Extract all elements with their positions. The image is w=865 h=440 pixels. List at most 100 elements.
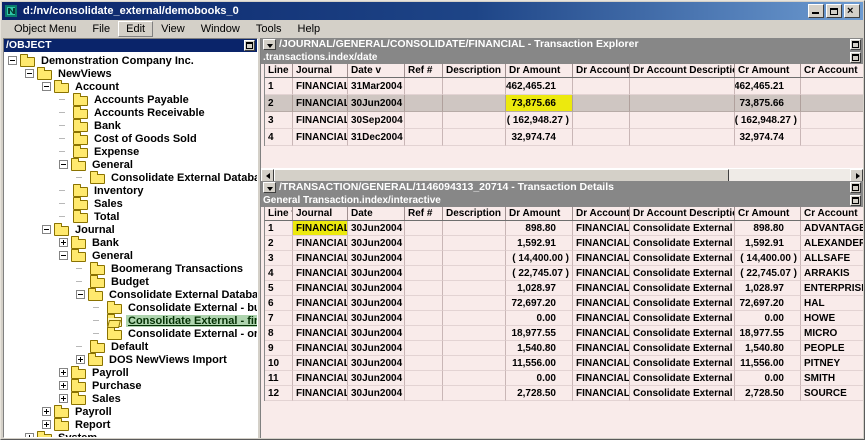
menu-file[interactable]: File — [84, 21, 118, 37]
details-cell[interactable]: FINANCIAL — [293, 311, 348, 326]
tree-item-label[interactable]: Default — [109, 341, 150, 353]
details-cell[interactable]: FINANCIAL — [573, 281, 630, 296]
details-cell[interactable] — [405, 266, 443, 281]
explorer-cell[interactable] — [801, 112, 863, 129]
details-cell[interactable]: 30Jun2004 — [348, 266, 405, 281]
explorer-cell[interactable]: ( 162,948.27 ) — [735, 112, 801, 129]
explorer-row[interactable]: 3FINANCIAL30Sep2004( 162,948.27 )( 162,9… — [264, 112, 863, 129]
explorer-pathbar-maximize-button[interactable] — [850, 52, 861, 63]
explorer-cell[interactable]: 4 — [265, 129, 293, 146]
tree-item[interactable]: Payroll — [4, 366, 257, 379]
details-cell[interactable]: 1 — [265, 221, 293, 236]
collapse-minus-icon[interactable] — [59, 160, 68, 169]
details-row[interactable]: 9FINANCIAL30Jun20041,540.80FINANCIALCons… — [264, 341, 863, 356]
details-cell[interactable] — [405, 281, 443, 296]
explorer-cell[interactable] — [573, 112, 630, 129]
tree-item[interactable]: Cost of Goods Sold — [4, 132, 257, 145]
details-cell[interactable]: SOURCE — [801, 386, 863, 401]
details-cell[interactable]: 30Jun2004 — [348, 251, 405, 266]
tree-item[interactable]: Consolidate External - order — [4, 327, 257, 340]
column-header-dr-account[interactable]: Dr Account — [573, 207, 630, 220]
column-header-line[interactable]: Line — [265, 64, 293, 77]
details-cell[interactable]: FINANCIAL — [573, 371, 630, 386]
explorer-cell[interactable] — [405, 78, 443, 95]
explorer-cell[interactable] — [630, 112, 735, 129]
collapse-minus-icon[interactable] — [42, 82, 51, 91]
tree-item-label[interactable]: Consolidate External Databases Bal — [109, 172, 257, 184]
details-cell[interactable] — [405, 311, 443, 326]
tree-item[interactable]: Consolidate External - budget — [4, 301, 257, 314]
explorer-cell[interactable]: 32,974.74 — [735, 129, 801, 146]
expand-plus-icon[interactable] — [59, 238, 68, 247]
details-cell[interactable]: FINANCIAL — [573, 326, 630, 341]
details-cell[interactable] — [443, 371, 506, 386]
details-cell[interactable]: ( 22,745.07 ) — [735, 266, 801, 281]
details-row[interactable]: 5FINANCIAL30Jun20041,028.97FINANCIALCons… — [264, 281, 863, 296]
tree-item[interactable]: Demonstration Company Inc. — [4, 54, 257, 67]
expand-plus-icon[interactable] — [25, 433, 34, 437]
details-cell[interactable]: FINANCIAL — [573, 356, 630, 371]
tree-item-label[interactable]: System — [56, 432, 99, 438]
details-cell[interactable] — [405, 296, 443, 311]
details-cell[interactable] — [443, 326, 506, 341]
details-cell[interactable]: 30Jun2004 — [348, 296, 405, 311]
tree-item-label[interactable]: Consolidate External Databases — [107, 289, 257, 301]
details-cell[interactable]: Consolidate External Dat — [630, 236, 735, 251]
details-cell[interactable] — [443, 251, 506, 266]
column-header-cr-amount[interactable]: Cr Amount — [735, 207, 801, 220]
tree-item[interactable]: Accounts Receivable — [4, 106, 257, 119]
tree-item[interactable]: Purchase — [4, 379, 257, 392]
tree-item[interactable]: General — [4, 158, 257, 171]
column-header-journal[interactable]: Journal — [293, 207, 348, 220]
explorer-cell[interactable] — [443, 95, 506, 112]
details-cell[interactable] — [405, 251, 443, 266]
details-cell[interactable]: 30Jun2004 — [348, 221, 405, 236]
tree-item-label[interactable]: Accounts Payable — [92, 94, 191, 106]
details-cell[interactable]: FINANCIAL — [573, 341, 630, 356]
collapse-minus-icon[interactable] — [76, 290, 85, 299]
tree-item[interactable]: System — [4, 431, 257, 437]
menu-edit[interactable]: Edit — [118, 21, 153, 37]
details-cell[interactable]: FINANCIAL — [573, 311, 630, 326]
explorer-cell[interactable] — [443, 78, 506, 95]
details-row[interactable]: 8FINANCIAL30Jun200418,977.55FINANCIALCon… — [264, 326, 863, 341]
details-cell[interactable]: Consolidate External Dat — [630, 296, 735, 311]
tree-item-label[interactable]: Bank — [90, 237, 121, 249]
explorer-cell[interactable] — [443, 129, 506, 146]
explorer-cell[interactable] — [630, 78, 735, 95]
column-header-cr-account[interactable]: Cr Account — [801, 207, 863, 220]
details-cell[interactable]: FINANCIAL — [573, 296, 630, 311]
tree-item-label[interactable]: Sales — [90, 393, 123, 405]
explorer-cell[interactable]: FINANCIAL — [293, 78, 348, 95]
details-cell[interactable] — [443, 311, 506, 326]
details-cell[interactable]: FINANCIAL — [293, 341, 348, 356]
expand-plus-icon[interactable] — [42, 407, 51, 416]
explorer-cell[interactable] — [405, 112, 443, 129]
details-cell[interactable] — [405, 356, 443, 371]
expand-plus-icon[interactable] — [59, 381, 68, 390]
tree-item-label[interactable]: Account — [73, 81, 121, 93]
explorer-cell[interactable] — [573, 78, 630, 95]
explorer-cell[interactable]: 3 — [265, 112, 293, 129]
details-cell[interactable]: 3 — [265, 251, 293, 266]
details-cell[interactable]: FINANCIAL — [293, 371, 348, 386]
details-cell[interactable]: 7 — [265, 311, 293, 326]
expand-plus-icon[interactable] — [42, 420, 51, 429]
collapse-minus-icon[interactable] — [25, 69, 34, 78]
details-cell[interactable]: ( 14,400.00 ) — [506, 251, 573, 266]
details-cell[interactable]: FINANCIAL — [573, 236, 630, 251]
menu-help[interactable]: Help — [290, 21, 329, 37]
tree-item[interactable]: Accounts Payable — [4, 93, 257, 106]
explorer-cell[interactable]: FINANCIAL — [293, 112, 348, 129]
column-header-date[interactable]: Date — [348, 207, 405, 220]
details-cell[interactable]: 11 — [265, 371, 293, 386]
explorer-cell[interactable]: 31Dec2004 — [348, 129, 405, 146]
details-cell[interactable]: FINANCIAL — [573, 266, 630, 281]
details-cell[interactable]: 1,028.97 — [735, 281, 801, 296]
menu-view[interactable]: View — [153, 21, 193, 37]
tree-item-label[interactable]: General — [90, 250, 135, 262]
details-cell[interactable]: 30Jun2004 — [348, 311, 405, 326]
column-header-line-v[interactable]: Line v — [265, 207, 293, 220]
details-cell[interactable]: ENTERPRISE — [801, 281, 863, 296]
tree-item-label[interactable]: General — [90, 159, 135, 171]
